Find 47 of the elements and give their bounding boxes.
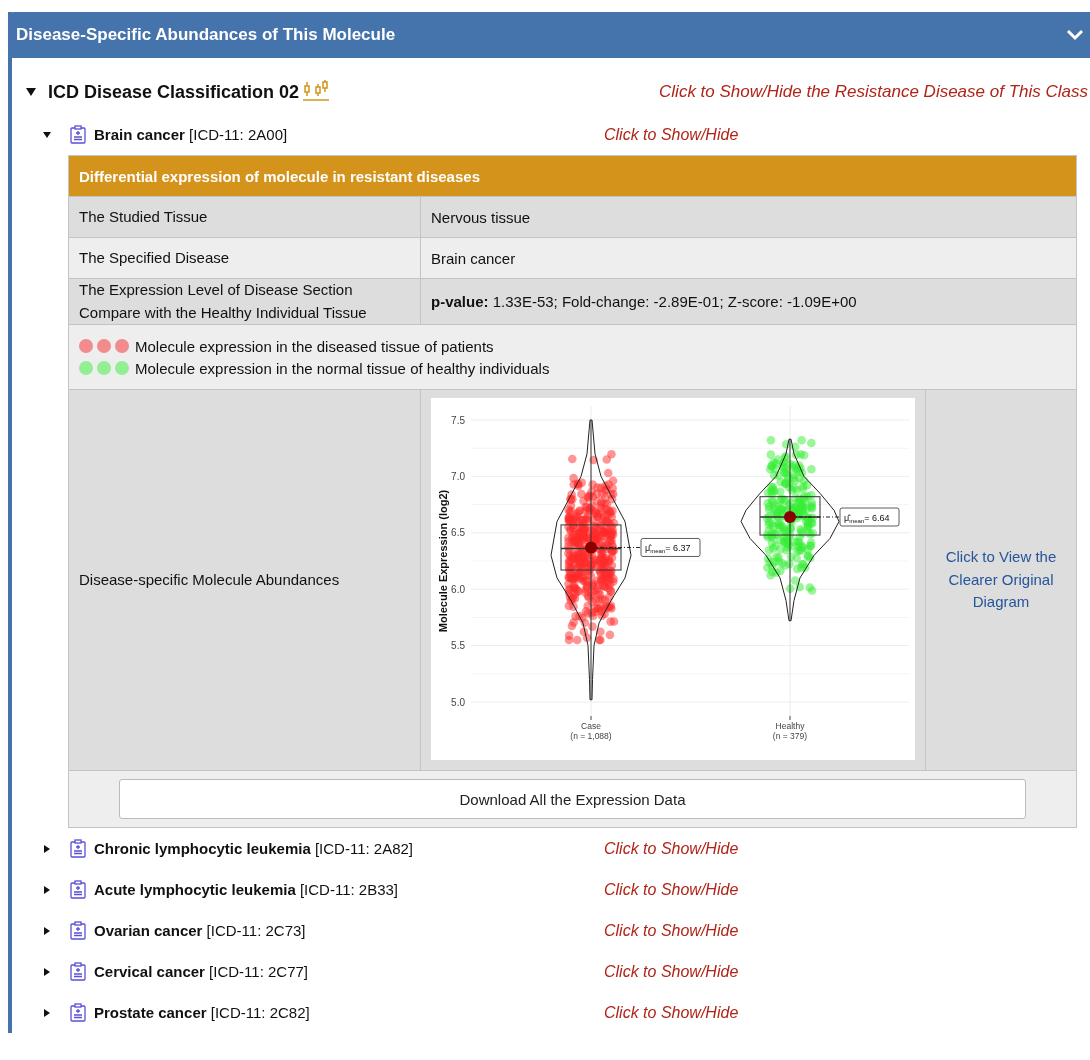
show-hide-link[interactable]: Click to Show/Hide — [604, 1003, 739, 1022]
table-cell: p-value: 1.33E-53; Fold-change: -2.89E-01; Z-score: -1.09E+00 — [420, 278, 1077, 325]
chevron-down-icon[interactable] — [1066, 29, 1084, 41]
legend-text: Molecule expression in the diseased tissue of patients — [135, 337, 494, 355]
axis-tick-label: 5.0 — [451, 696, 465, 708]
axis-tick-label: Case — [581, 721, 601, 731]
axis-title: Molecule Expression (log2) — [437, 489, 449, 633]
clipboard-icon — [70, 125, 86, 144]
panel-title: Disease-Specific Abundances of This Molecule — [16, 25, 396, 45]
disease-name: Chronic lymphocytic leukemia [ICD-11: 2A82] — [94, 840, 414, 857]
clipboard-icon — [70, 962, 86, 981]
axis-tick-label: 6.0 — [451, 583, 465, 595]
show-hide-link[interactable]: Click to Show/Hide — [604, 839, 739, 858]
show-hide-link[interactable]: Click to Show/Hide — [604, 880, 739, 899]
clipboard-icon — [70, 1003, 86, 1022]
disease-name: Ovarian cancer [ICD-11: 2C73] — [94, 922, 307, 939]
table-cell: Brain cancer — [420, 237, 1077, 279]
table-cell: Disease-specific Molecule Abundances — [68, 389, 421, 771]
table-cell: The Expression Level of Disease Section Compare with the Healthy Individual Tissue — [68, 278, 421, 325]
mean-label: μ̂$_{mean}$= 6.64 — [839, 507, 900, 527]
disease-name: Cervical cancer [ICD-11: 2C77] — [94, 963, 310, 980]
clipboard-icon — [70, 880, 86, 899]
disease-name: Prostate cancer [ICD-11: 2C82] — [94, 1004, 311, 1021]
show-hide-link[interactable]: Click to Show/Hide — [604, 962, 739, 981]
axis-tick-label: 7.0 — [451, 470, 465, 482]
axis-tick-label: Healthy — [775, 721, 805, 731]
table-cell: The Studied Tissue — [68, 196, 421, 238]
axis-tick-label: 6.5 — [451, 527, 465, 539]
clipboard-icon — [70, 839, 86, 858]
download-button[interactable]: Download All the Expression Data — [119, 779, 1026, 819]
show-hide-link[interactable]: Click to Show/Hide — [604, 921, 739, 940]
show-hide-link[interactable]: Click to Show/Hide — [604, 125, 739, 144]
show-hide-link[interactable]: Click to Show/Hide the Resistance Disease of This Class — [659, 82, 1090, 102]
classification-title: ICD Disease Classification 02 — [48, 81, 300, 103]
axis-tick-label: (n = 1,088) — [570, 731, 612, 741]
clipboard-icon — [70, 921, 86, 940]
axis-tick-label: 7.5 — [451, 414, 465, 426]
table-cell: Nervous tissue — [420, 196, 1077, 238]
view-diagram-link[interactable]: Click to View the Clearer Original Diagram — [936, 546, 1066, 614]
axis-tick-label: 5.5 — [451, 640, 465, 652]
axis-tick-label: (n = 379) — [772, 731, 808, 741]
mean-label: μ̂$_{mean}$= 6.37 — [640, 538, 701, 557]
disease-name: Brain cancer [ICD-11: 2A00] — [94, 126, 289, 143]
legend-text: Molecule expression in the normal tissue of healthy individuals — [135, 359, 550, 377]
disease-name: Acute lymphocytic leukemia [ICD-11: 2B33] — [94, 881, 400, 898]
table-cell: The Specified Disease — [68, 237, 421, 279]
table-header: Differential expression of molecule in resistant diseases — [68, 155, 1077, 197]
